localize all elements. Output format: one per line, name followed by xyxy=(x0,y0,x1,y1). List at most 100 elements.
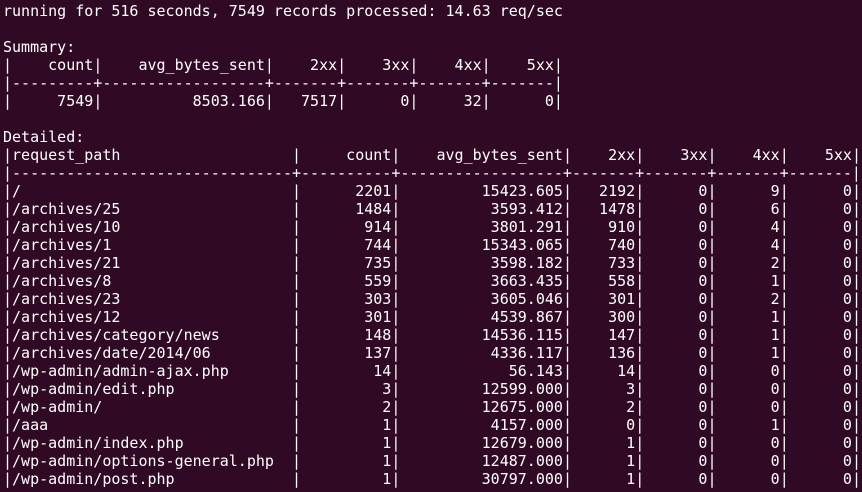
column-header: 2xx xyxy=(273,56,338,74)
table-cell: 0 xyxy=(716,452,780,470)
column-header: 3xx xyxy=(644,146,708,164)
table-cell: 740 xyxy=(571,236,636,254)
table-cell: 0 xyxy=(788,254,852,272)
table-cell: 3 xyxy=(571,380,636,398)
table-cell: 7549 xyxy=(12,92,94,110)
detailed-table: |request_path | count| avg_bytes_sent| 2… xyxy=(3,146,862,488)
table-cell: /archives/category/news xyxy=(12,326,292,344)
table-cell: /wp-admin/index.php xyxy=(12,434,292,452)
table-row: |/wp-admin/options-general.php | 1| 1248… xyxy=(3,452,861,470)
table-cell: 0 xyxy=(788,362,852,380)
table-cell: /archives/12 xyxy=(12,308,292,326)
summary-table: | count| avg_bytes_sent| 2xx| 3xx| 4xx| … xyxy=(3,56,862,110)
table-cell: 0 xyxy=(788,236,852,254)
table-cell: 301 xyxy=(571,290,636,308)
table-cell: 0 xyxy=(644,362,708,380)
column-header: avg_bytes_sent xyxy=(102,56,265,74)
table-cell: 3605.046 xyxy=(400,290,563,308)
table-row: |/wp-admin/post.php | 1| 30797.000| 1| 0… xyxy=(3,470,861,488)
table-cell: /archives/1 xyxy=(12,236,292,254)
table-row: |/archives/category/news | 148| 14536.11… xyxy=(3,326,861,344)
table-cell: 1 xyxy=(716,344,780,362)
table-row: |/wp-admin/ | 2| 12675.000| 2| 0| 0| 0| xyxy=(3,398,861,416)
table-row: |/wp-admin/admin-ajax.php | 14| 56.143| … xyxy=(3,362,861,380)
table-row: |/archives/10 | 914| 3801.291| 910| 0| 4… xyxy=(3,218,861,236)
table-cell: 0 xyxy=(644,452,708,470)
table-cell: /archives/date/2014/06 xyxy=(12,344,292,362)
table-row: |/archives/23 | 303| 3605.046| 301| 0| 2… xyxy=(3,290,861,308)
table-cell: 12675.000 xyxy=(400,398,563,416)
table-cell: 1 xyxy=(571,452,636,470)
table-cell: 0 xyxy=(788,380,852,398)
table-cell: /aaa xyxy=(12,416,292,434)
table-cell: 0 xyxy=(716,398,780,416)
table-cell: 4 xyxy=(716,218,780,236)
table-cell: 0 xyxy=(644,308,708,326)
table-cell: 0 xyxy=(644,326,708,344)
table-cell: 744 xyxy=(301,236,392,254)
table-cell: 0 xyxy=(644,470,708,488)
table-cell: 1 xyxy=(716,326,780,344)
table-cell: 0 xyxy=(788,326,852,344)
column-header: 4xx xyxy=(418,56,482,74)
table-row: |/archives/25 | 1484| 3593.412| 1478| 0|… xyxy=(3,200,861,218)
column-header: avg_bytes_sent xyxy=(400,146,563,164)
table-cell: 14 xyxy=(301,362,392,380)
terminal-window[interactable]: running for 516 seconds, 7549 records pr… xyxy=(0,0,862,492)
table-cell: 0 xyxy=(644,182,708,200)
table-row: |/archives/8 | 559| 3663.435| 558| 0| 1|… xyxy=(3,272,861,290)
table-cell: 12599.000 xyxy=(400,380,563,398)
table-cell: 7517 xyxy=(273,92,338,110)
table-cell: 558 xyxy=(571,272,636,290)
table-cell: 32 xyxy=(418,92,482,110)
table-cell: 0 xyxy=(716,434,780,452)
table-cell: 300 xyxy=(571,308,636,326)
column-header: request_path xyxy=(12,146,292,164)
table-cell: /archives/8 xyxy=(12,272,292,290)
table-cell: /wp-admin/post.php xyxy=(12,470,292,488)
table-cell: 0 xyxy=(644,254,708,272)
table-cell: 1 xyxy=(301,434,392,452)
table-cell: 0 xyxy=(788,416,852,434)
table-cell: 0 xyxy=(644,290,708,308)
table-cell: 3663.435 xyxy=(400,272,563,290)
table-cell: 3593.412 xyxy=(400,200,563,218)
table-cell: 0 xyxy=(788,344,852,362)
table-cell: 15423.605 xyxy=(400,182,563,200)
table-cell: 56.143 xyxy=(400,362,563,380)
column-header: 4xx xyxy=(716,146,780,164)
table-cell: 0 xyxy=(716,362,780,380)
table-cell: 1 xyxy=(716,416,780,434)
table-row: |/aaa | 1| 4157.000| 0| 0| 1| 0| xyxy=(3,416,861,434)
table-cell: /archives/25 xyxy=(12,200,292,218)
table-cell: 0 xyxy=(788,470,852,488)
table-cell: 0 xyxy=(788,308,852,326)
column-header: 2xx xyxy=(571,146,636,164)
detailed-label: Detailed: xyxy=(3,128,85,146)
table-cell: 914 xyxy=(301,218,392,236)
table-cell: 910 xyxy=(571,218,636,236)
table-cell: 2 xyxy=(301,398,392,416)
table-cell: 3801.291 xyxy=(400,218,563,236)
table-cell: /wp-admin/edit.php xyxy=(12,380,292,398)
table-cell: 3 xyxy=(301,380,392,398)
table-cell: /archives/10 xyxy=(12,218,292,236)
table-cell: 4157.000 xyxy=(400,416,563,434)
table-cell: 0 xyxy=(788,182,852,200)
table-cell: 1484 xyxy=(301,200,392,218)
table-row: |/wp-admin/index.php | 1| 12679.000| 1| … xyxy=(3,434,861,452)
table-cell: 0 xyxy=(644,218,708,236)
table-cell: 0 xyxy=(346,92,410,110)
table-cell: 0 xyxy=(571,416,636,434)
table-cell: /wp-admin/admin-ajax.php xyxy=(12,362,292,380)
table-row: |/ | 2201| 15423.605| 2192| 0| 9| 0| xyxy=(3,182,861,200)
table-cell: 136 xyxy=(571,344,636,362)
table-cell: 14 xyxy=(571,362,636,380)
table-cell: 0 xyxy=(644,380,708,398)
table-cell: 0 xyxy=(644,236,708,254)
table-cell: 1 xyxy=(716,272,780,290)
table-cell: 0 xyxy=(788,200,852,218)
table-cell: 735 xyxy=(301,254,392,272)
summary-label: Summary: xyxy=(3,38,76,56)
